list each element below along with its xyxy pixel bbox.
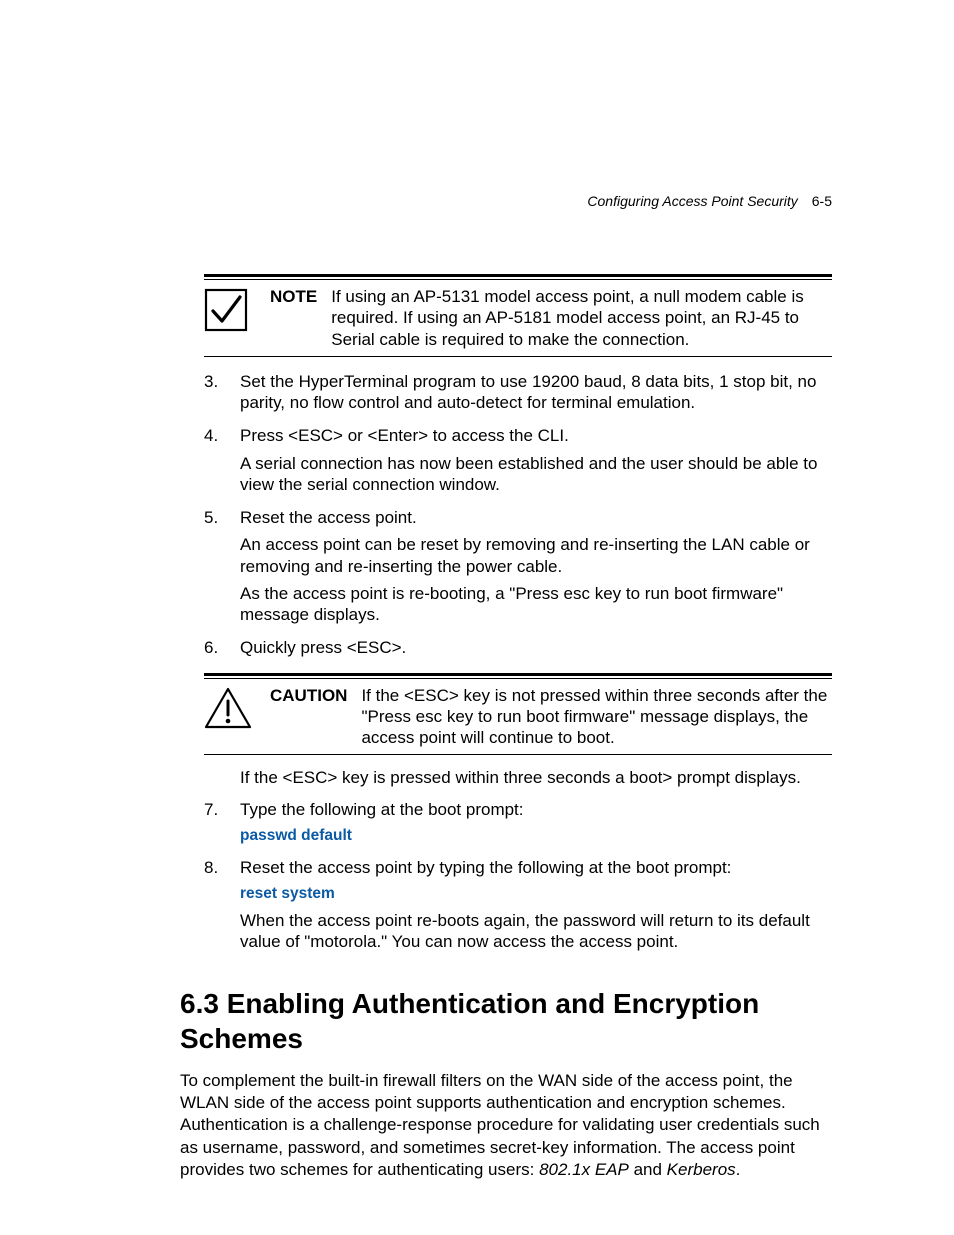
para-and: and <box>629 1160 667 1179</box>
step-text: Type the following at the boot prompt: <box>240 799 832 820</box>
step-text: Reset the access point by typing the fol… <box>240 857 832 878</box>
header-title: Configuring Access Point Security <box>587 193 797 211</box>
step-number: 4. <box>180 425 240 501</box>
section-heading: 6.3 Enabling Authentication and Encrypti… <box>180 986 832 1056</box>
step-5: 5. Reset the access point. An access poi… <box>180 507 832 631</box>
step-text: An access point can be reset by removing… <box>240 534 832 577</box>
running-header: Configuring Access Point Security 6-5 <box>587 193 832 211</box>
step-text: When the access point re-boots again, th… <box>240 910 832 953</box>
step-number: 6. <box>180 637 240 664</box>
note-callout: NOTE If using an AP-5131 model access po… <box>204 274 832 357</box>
step-7: 7. Type the following at the boot prompt… <box>180 799 832 852</box>
caution-callout: CAUTION If the <ESC> key is not pressed … <box>204 673 832 756</box>
step-list: 3. Set the HyperTerminal program to use … <box>180 371 832 665</box>
step-number: 8. <box>180 857 240 958</box>
step-text: Quickly press <ESC>. <box>240 637 832 658</box>
step-6: 6. Quickly press <ESC>. <box>180 637 832 664</box>
step-number: 7. <box>180 799 240 852</box>
page-body: NOTE If using an AP-5131 model access po… <box>0 0 954 1181</box>
section-paragraph: To complement the built-in firewall filt… <box>180 1070 832 1180</box>
step-text: Set the HyperTerminal program to use 192… <box>240 371 832 414</box>
command-text: passwd default <box>240 826 832 845</box>
step-3: 3. Set the HyperTerminal program to use … <box>180 371 832 420</box>
step-4: 4. Press <ESC> or <Enter> to access the … <box>180 425 832 501</box>
para-period: . <box>736 1160 741 1179</box>
page-number: 6-5 <box>812 193 832 211</box>
caution-text: If the <ESC> key is not pressed within t… <box>361 685 832 749</box>
step-text: Press <ESC> or <Enter> to access the CLI… <box>240 425 832 446</box>
after-esc-text: If the <ESC> key is pressed within three… <box>240 767 832 788</box>
term-eap: 802.1x EAP <box>539 1160 629 1179</box>
command-text: reset system <box>240 884 832 903</box>
note-text: If using an AP-5131 model access point, … <box>331 286 832 350</box>
checkmark-icon <box>204 286 270 350</box>
step-list-2: 7. Type the following at the boot prompt… <box>180 799 832 959</box>
step-text: Reset the access point. <box>240 507 832 528</box>
step-number: 5. <box>180 507 240 631</box>
note-label: NOTE <box>270 286 331 350</box>
step-number: 3. <box>180 371 240 420</box>
step-text: A serial connection has now been establi… <box>240 453 832 496</box>
step-8: 8. Reset the access point by typing the … <box>180 857 832 958</box>
step-text: As the access point is re-booting, a "Pr… <box>240 583 832 626</box>
term-kerberos: Kerberos <box>667 1160 736 1179</box>
caution-label: CAUTION <box>270 685 361 749</box>
warning-icon <box>204 685 270 749</box>
